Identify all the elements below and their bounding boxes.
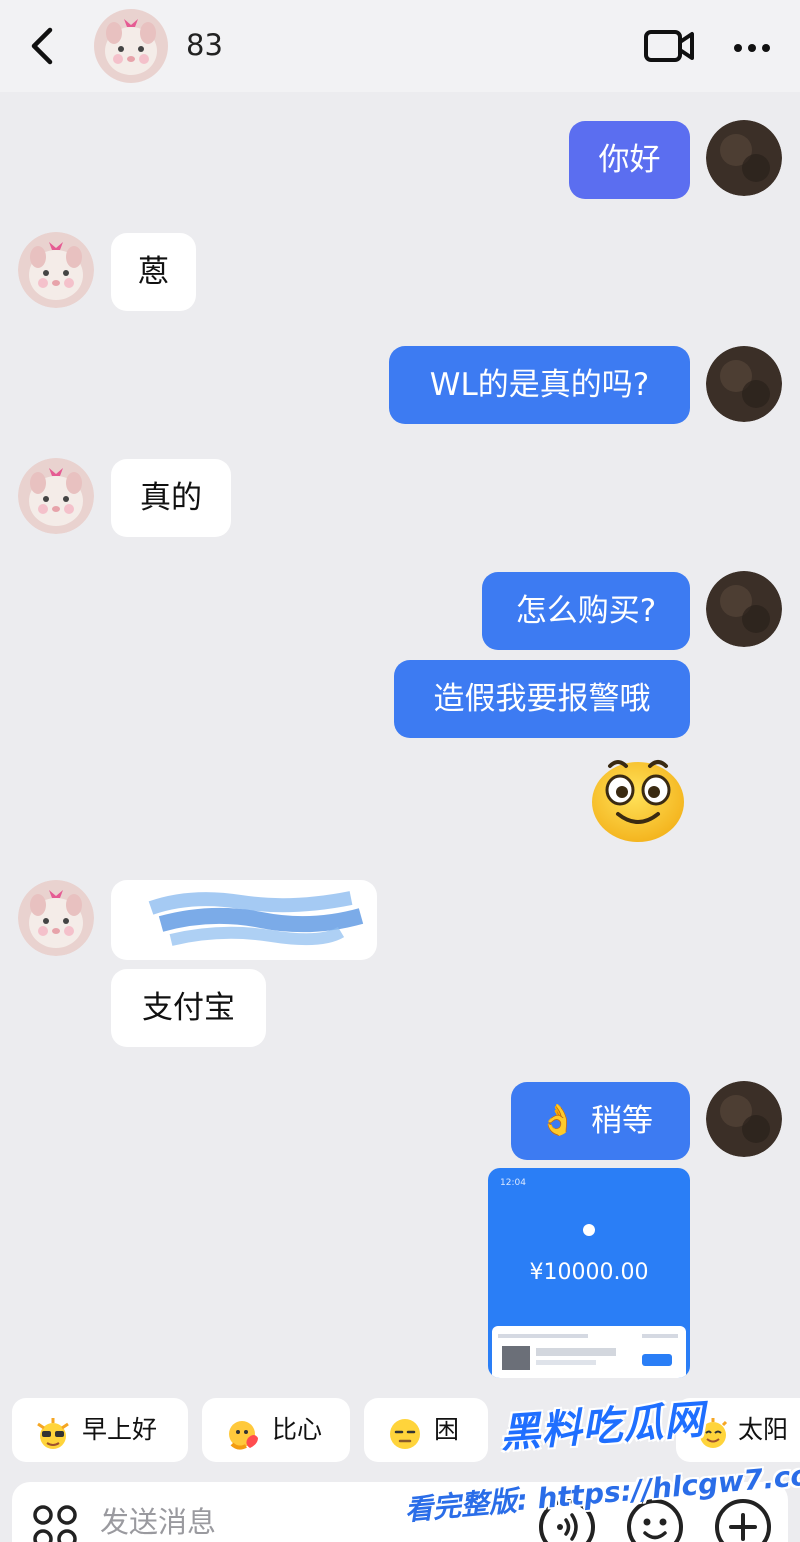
more-options-button[interactable] [728,28,776,68]
self-avatar[interactable] [706,346,782,422]
screenshot-detail-panel [492,1326,686,1378]
sleepy-face-icon [386,1412,424,1449]
sent-message[interactable]: WL的是真的吗? [389,346,690,424]
contact-avatar[interactable] [18,458,94,534]
ok-hand-icon: 👌 [539,1103,577,1138]
message-text: 稍等 [591,1103,653,1139]
sunglasses-sun-icon [34,1412,72,1449]
contact-name[interactable]: 83 [186,28,223,62]
screenshot-amount: ¥10000.00 [529,1260,649,1285]
sent-message[interactable]: 👌 稍等 [511,1082,690,1160]
contact-avatar[interactable] [94,9,168,83]
sent-message[interactable]: 造假我要报警哦 [394,660,690,738]
contact-avatar[interactable] [18,880,94,956]
received-message[interactable]: 真的 [111,459,231,537]
self-avatar[interactable] [706,571,782,647]
chip-label: 困 [434,1415,460,1444]
sent-message[interactable]: 你好 [569,121,690,199]
video-call-button[interactable] [642,24,698,68]
back-button[interactable] [22,22,66,70]
chip-label: 太阳 [738,1415,789,1444]
quick-reply-chip[interactable]: 比心 [202,1398,350,1462]
heart-hands-icon [224,1412,262,1450]
screenshot-icon [583,1224,595,1236]
smiley-face-icon [592,760,684,842]
chip-label: 早上好 [82,1415,158,1444]
plus-icon [715,1499,771,1542]
quick-reply-chip[interactable]: 早上好 [12,1398,188,1462]
received-message[interactable]: 蒽 [111,233,196,311]
image-message[interactable]: 12:04 ¥10000.00 [488,1168,690,1378]
screenshot-time: 12:04 [500,1178,526,1188]
self-avatar[interactable] [706,120,782,196]
chip-label: 比心 [272,1415,323,1444]
chevron-left-icon [31,27,53,65]
video-camera-icon [644,30,694,62]
quick-reply-chip[interactable]: 困 [364,1398,488,1462]
add-button[interactable] [714,1498,772,1542]
contact-avatar[interactable] [18,232,94,308]
more-dots-icon [734,44,770,52]
sent-message[interactable]: 怎么购买? [482,572,690,650]
self-avatar[interactable] [706,1081,782,1157]
chat-header: 83 [0,0,800,92]
received-message[interactable]: 支付宝 [111,969,266,1047]
redacted-message[interactable] [111,880,377,960]
apps-grid-icon[interactable] [32,1504,78,1542]
smiley-sticker-message[interactable] [588,752,688,844]
